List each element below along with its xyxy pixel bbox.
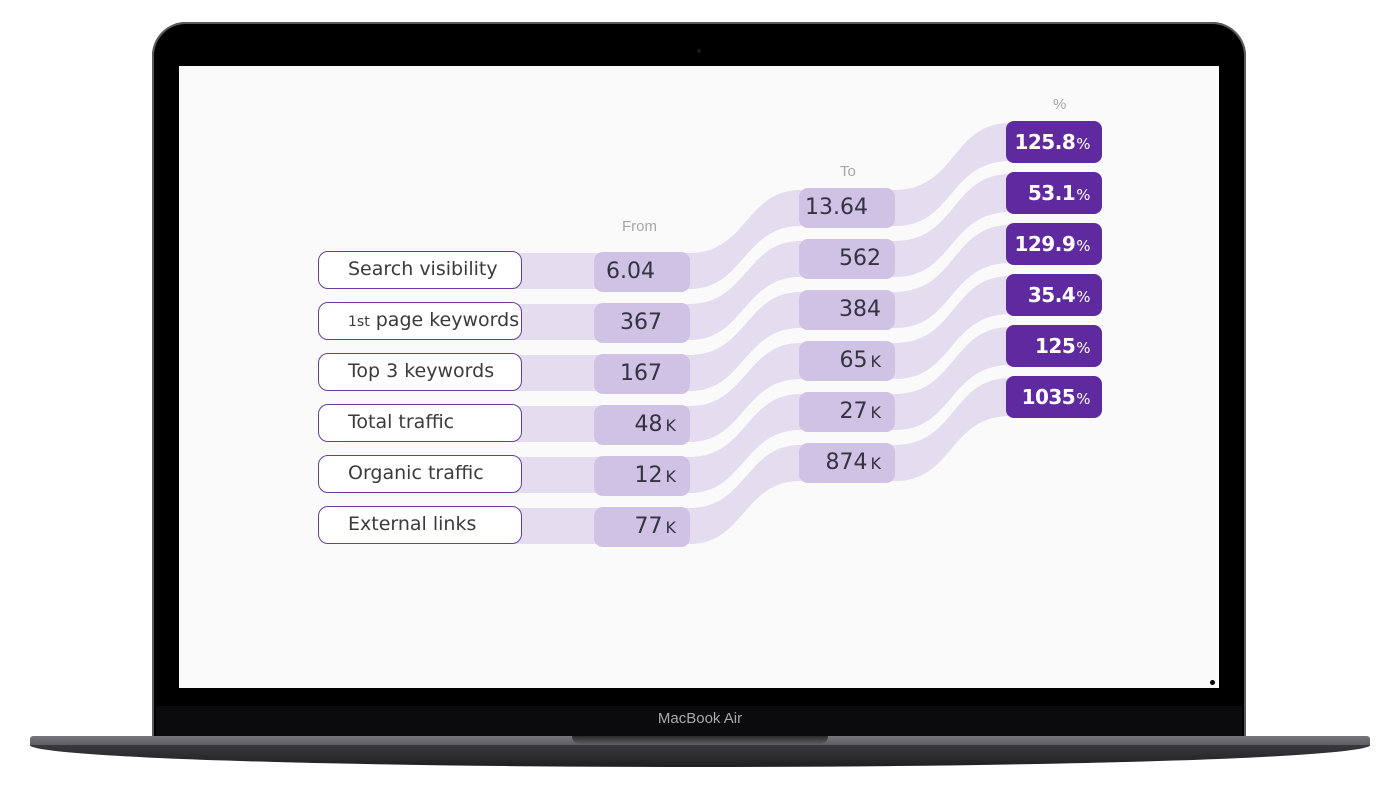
header-to: To — [840, 163, 856, 180]
to-value: 874 K — [799, 443, 895, 483]
metric-label-text: Top 3 keywords — [348, 360, 495, 382]
to-value: 562 — [799, 239, 895, 279]
percent-change-badge: 35.4% — [1006, 274, 1102, 316]
metric-label: Organic traffic — [318, 455, 522, 493]
to-value: 27 K — [799, 392, 895, 432]
header-change: % — [1053, 96, 1067, 113]
from-value: 167 — [594, 354, 690, 394]
percent-change-badge: 129.9% — [1006, 223, 1102, 265]
from-value: 367 — [594, 303, 690, 343]
header-from: From — [622, 218, 657, 235]
percent-change-badge: 53.1% — [1006, 172, 1102, 214]
metric-label-text: Total traffic — [348, 411, 455, 433]
from-value: 77 K — [594, 507, 690, 547]
from-value: 12 K — [594, 456, 690, 496]
to-value: 384 — [799, 290, 895, 330]
metric-label-prefix: 1st — [348, 314, 370, 330]
percent-change-badge: 125% — [1006, 325, 1102, 367]
metric-label: Total traffic — [318, 404, 522, 442]
from-value: 48 K — [594, 405, 690, 445]
laptop-notch — [572, 736, 828, 744]
metric-label: 1st page keywords — [318, 302, 522, 340]
percent-change-badge: 1035% — [1006, 376, 1102, 418]
metric-label-text: External links — [348, 513, 477, 535]
metric-label: External links — [318, 506, 522, 544]
metric-label: Search visibility — [318, 251, 522, 289]
percent-change-badge: 125.8% — [1006, 121, 1102, 163]
metric-label-text: Search visibility — [348, 258, 498, 280]
metric-label-text: page keywords — [369, 309, 520, 331]
metric-label-text: Organic traffic — [348, 462, 484, 484]
to-value: 13.64 — [799, 188, 895, 228]
to-value: 65 K — [799, 341, 895, 381]
device-label: MacBook Air — [657, 710, 743, 727]
flow-ribbons — [498, 118, 1012, 548]
from-value: 6.04 — [594, 252, 690, 292]
screen-dot — [1210, 680, 1215, 685]
metric-label: Top 3 keywords — [318, 353, 522, 391]
